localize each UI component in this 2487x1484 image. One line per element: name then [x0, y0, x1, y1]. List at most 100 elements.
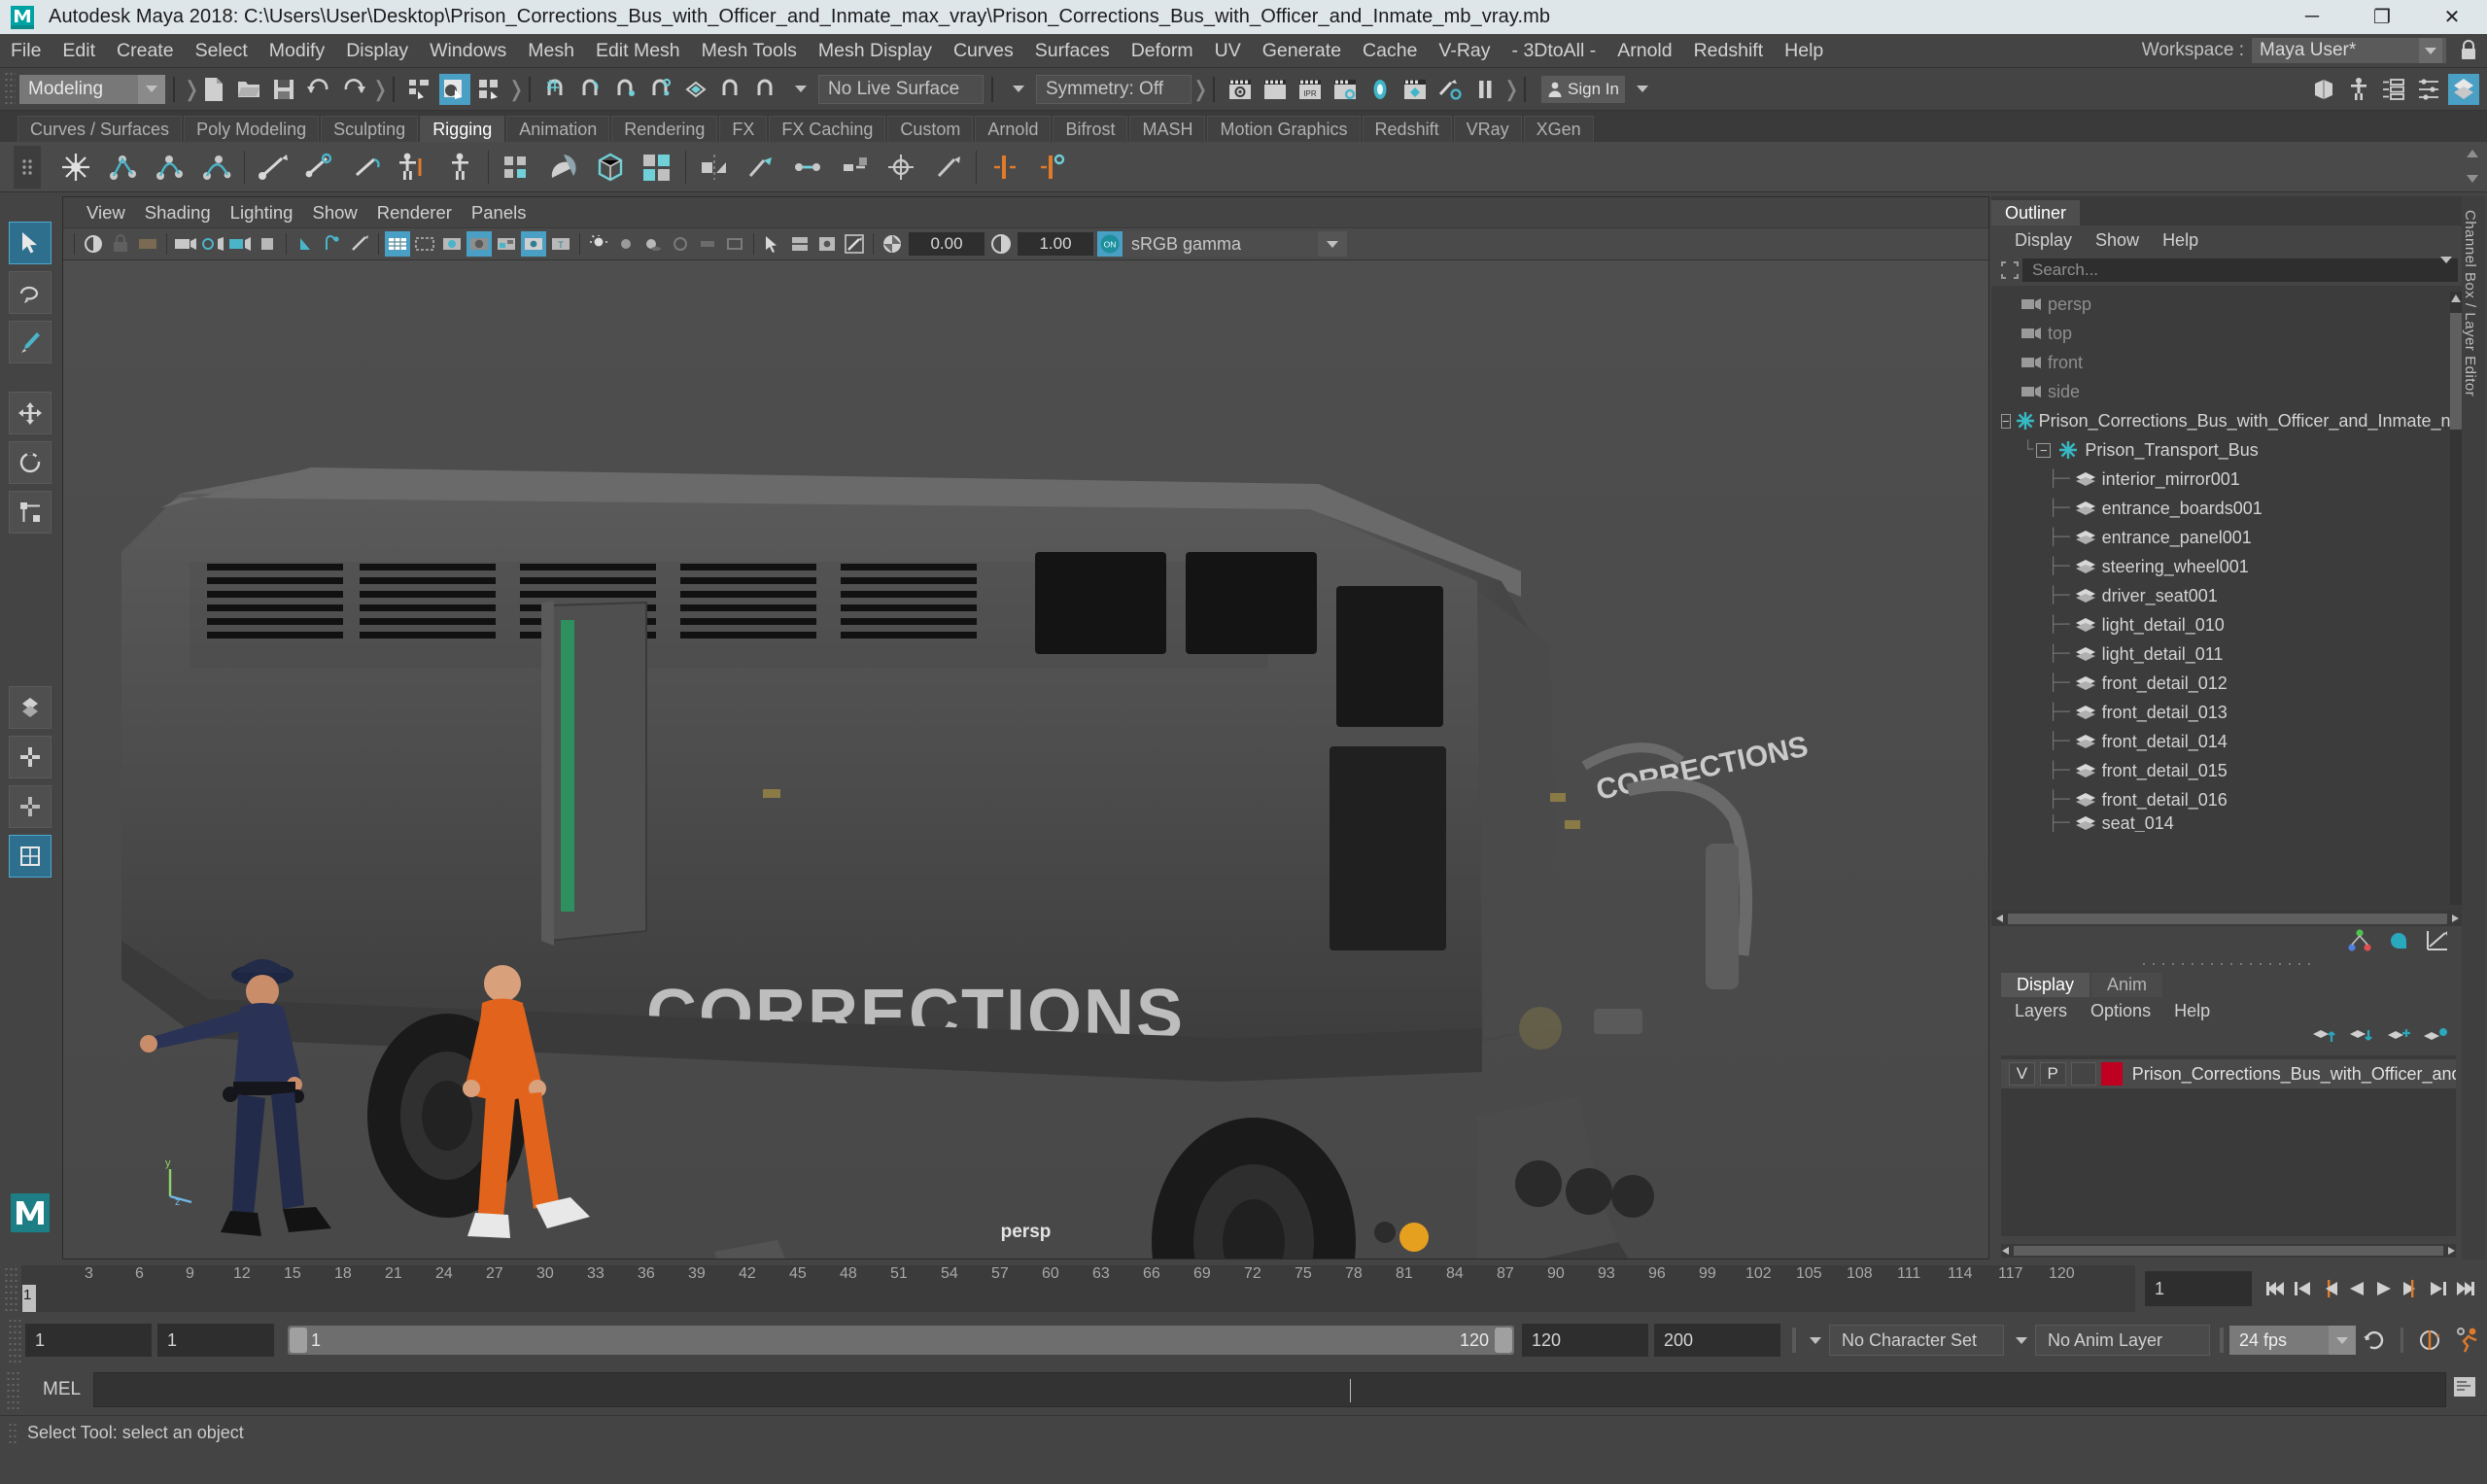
menu-mesh-tools[interactable]: Mesh Tools — [691, 34, 808, 68]
outliner-item-mesh[interactable]: ├─ front_detail_014 — [1991, 727, 2464, 756]
shelf-tab-mash[interactable]: MASH — [1129, 116, 1206, 142]
shelf-tab-xgen[interactable]: XGen — [1523, 116, 1594, 142]
layer-state-toggle[interactable] — [2070, 1062, 2097, 1086]
shelf-insert-joint-icon[interactable] — [835, 148, 874, 187]
exposure-value[interactable]: 0.00 — [909, 232, 984, 256]
shelf-lattice-icon[interactable] — [498, 148, 536, 187]
snap-to-curve-icon[interactable] — [575, 74, 606, 105]
shelf-wrap-icon[interactable] — [591, 148, 630, 187]
expander-toggle[interactable]: − — [2036, 442, 2052, 458]
layer-color-swatch[interactable] — [2101, 1062, 2123, 1086]
time-slider[interactable]: 1 3 6 9 12 15 18 21 24 27 30 33 36 39 42… — [21, 1265, 2135, 1312]
menu-edit-mesh[interactable]: Edit Mesh — [585, 34, 691, 68]
shelf-cluster-icon[interactable] — [544, 148, 583, 187]
step-forward-keyframe-button[interactable] — [2425, 1274, 2452, 1303]
new-layer-from-selected-icon[interactable] — [2423, 1026, 2448, 1052]
command-line-grip[interactable] — [6, 1370, 19, 1409]
outliner-menu-show[interactable]: Show — [2084, 230, 2151, 251]
move-tool-button[interactable] — [9, 392, 52, 434]
outliner-hscroll-thumb[interactable] — [2008, 913, 2447, 924]
gamma-value[interactable]: 1.00 — [1018, 232, 1093, 256]
shelf-copy-skin-weights-icon[interactable] — [1032, 148, 1071, 187]
color-management-toggle-icon[interactable]: ON — [1097, 231, 1123, 257]
character-set-dropdown-icon[interactable] — [1802, 1326, 1829, 1355]
outliner-item-mesh[interactable]: ├─ entrance_panel001 — [1991, 523, 2464, 552]
status-bar-grip[interactable] — [8, 1422, 17, 1443]
shelf-tab-bifrost[interactable]: Bifrost — [1053, 116, 1128, 142]
select-by-hierarchy-icon[interactable] — [404, 74, 435, 105]
gamma-icon[interactable] — [988, 231, 1014, 257]
playback-loop-icon[interactable] — [2356, 1326, 2393, 1355]
panel-drag-handle[interactable] — [1991, 958, 2464, 970]
snap-to-view-planes-icon[interactable] — [680, 74, 711, 105]
viewport-3d-canvas[interactable]: CORRECTIONS CORRECTIONS y z persp — [63, 260, 1988, 1259]
outliner-item-mesh[interactable]: ├─ front_detail_016 — [1991, 785, 2464, 814]
layer-playback-toggle[interactable]: P — [2039, 1062, 2066, 1086]
shelf-tab-animation[interactable]: Animation — [506, 116, 610, 142]
snap-magnet-icon[interactable] — [750, 74, 781, 105]
layer-editor-horizontal-scrollbar[interactable] — [2001, 1244, 2456, 1258]
go-to-start-button[interactable] — [2262, 1274, 2289, 1303]
select-by-object-icon[interactable] — [439, 73, 470, 105]
menu-mesh[interactable]: Mesh — [517, 34, 585, 68]
outliner-frame-icon[interactable] — [1997, 258, 2022, 283]
two-d-pan-zoom-icon[interactable] — [200, 231, 225, 257]
snap-dropdown-icon[interactable] — [785, 74, 816, 105]
anim-start-field[interactable]: 1 — [25, 1324, 152, 1357]
measure-icon[interactable] — [347, 231, 372, 257]
shelf-tab-poly-modeling[interactable]: Poly Modeling — [184, 116, 320, 142]
layer-menu-layers[interactable]: Layers — [2003, 1001, 2079, 1021]
viewport-menu-renderer[interactable]: Renderer — [367, 202, 462, 224]
scale-tool-button[interactable] — [9, 491, 52, 534]
paint-select-tool-button[interactable] — [9, 321, 52, 363]
layer-menu-options[interactable]: Options — [2079, 1001, 2162, 1021]
outliner-item-mesh[interactable]: ├─ entrance_boards001 — [1991, 494, 2464, 523]
outliner-horizontal-scrollbar[interactable] — [1991, 911, 2464, 926]
shelf-tab-custom[interactable]: Custom — [887, 116, 974, 142]
hypergraph-icon[interactable] — [2347, 928, 2372, 959]
outliner-item-mesh[interactable]: ├─ front_detail_013 — [1991, 698, 2464, 727]
shelf-tab-redshift[interactable]: Redshift — [1362, 116, 1452, 142]
motion-blur-icon[interactable] — [695, 231, 720, 257]
character-set-field[interactable]: No Character Set — [1829, 1325, 2004, 1356]
pause-render-icon[interactable] — [1469, 74, 1501, 105]
outliner-item-top[interactable]: top — [1991, 319, 2464, 348]
workspace-combo[interactable]: Maya User* — [2252, 38, 2446, 63]
redo-icon[interactable] — [338, 74, 369, 105]
range-slider-left-handle[interactable] — [290, 1328, 307, 1353]
shelf-scroll-up-icon[interactable] — [2466, 144, 2479, 165]
shelf-mirror-joint-icon[interactable] — [695, 148, 734, 187]
shadows-icon[interactable] — [640, 231, 666, 257]
outliner-menu-help[interactable]: Help — [2151, 230, 2210, 251]
channel-box-layer-editor-tab[interactable]: Channel Box / Layer Editor — [2462, 196, 2485, 1260]
viewport-menu-view[interactable]: View — [77, 202, 135, 224]
outliner-item-group-root[interactable]: − Prison_Corrections_Bus_with_Officer_an… — [1991, 406, 2464, 435]
shelf-create-joint-icon[interactable] — [56, 148, 95, 187]
show-manipulator-tool-button[interactable] — [9, 686, 52, 729]
select-tool-button[interactable] — [9, 222, 52, 264]
range-grip[interactable] — [8, 1318, 21, 1363]
menu-display[interactable]: Display — [335, 34, 419, 68]
color-management-dropdown-icon[interactable] — [1318, 231, 1347, 257]
shelf-tab-fx-caching[interactable]: FX Caching — [769, 116, 886, 142]
outliner-item-mesh[interactable]: ├─ front_detail_012 — [1991, 669, 2464, 698]
shelf-tab-fx[interactable]: FX — [719, 116, 768, 142]
wireframe-shaded-icon[interactable] — [439, 231, 465, 257]
ambient-occlusion-icon[interactable] — [668, 231, 693, 257]
text-overlay-icon[interactable]: T — [548, 231, 573, 257]
snap-extra-icon[interactable] — [715, 74, 746, 105]
shelf-orient-joint-icon[interactable] — [742, 148, 780, 187]
shelf-tab-rendering[interactable]: Rendering — [611, 116, 718, 142]
grid-toggle-icon[interactable] — [385, 231, 410, 257]
shelf-tab-arnold[interactable]: Arnold — [975, 116, 1052, 142]
layer-list[interactable]: V P Prison_Corrections_Bus_with_Officer_… — [2001, 1055, 2456, 1236]
anim-layer-field[interactable]: No Anim Layer — [2035, 1325, 2210, 1356]
graph-editor-icon[interactable] — [2425, 928, 2450, 959]
layer-row[interactable]: V P Prison_Corrections_Bus_with_Officer_… — [2001, 1059, 2456, 1088]
shelf-blendshape-icon[interactable] — [638, 148, 676, 187]
undo-icon[interactable] — [303, 74, 334, 105]
command-line-label[interactable]: MEL — [25, 1379, 93, 1400]
chevron-down-icon[interactable] — [2329, 1326, 2356, 1355]
snap-to-projected-center-icon[interactable] — [645, 74, 676, 105]
outliner-search-input[interactable]: Search... — [2022, 257, 2458, 282]
